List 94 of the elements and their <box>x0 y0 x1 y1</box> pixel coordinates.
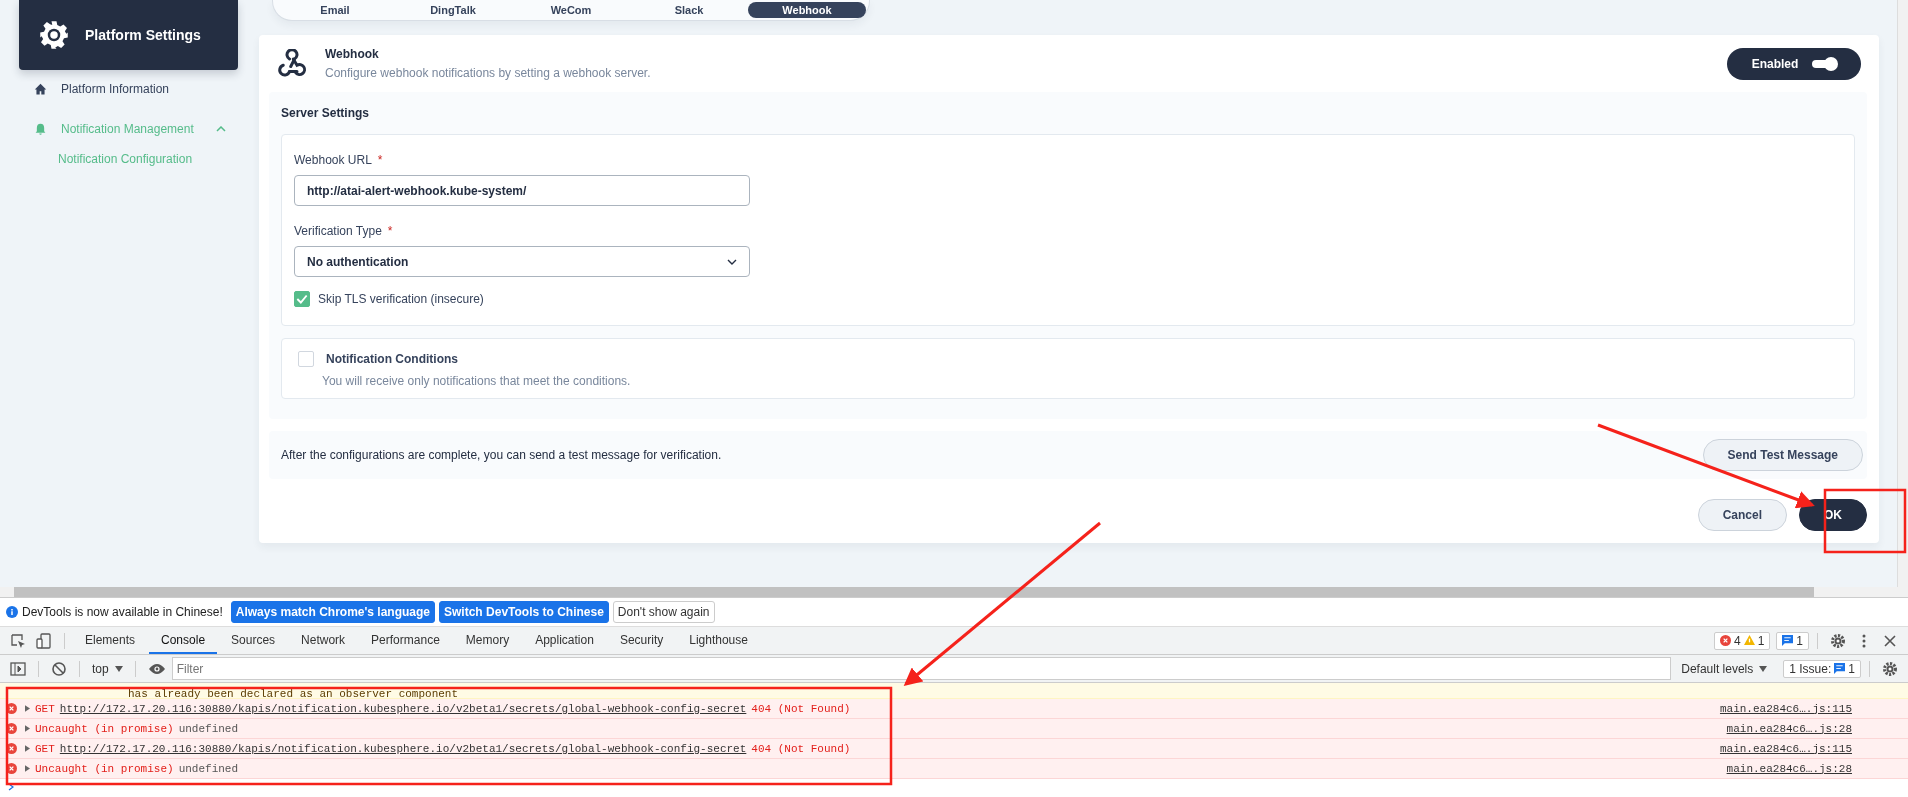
channel-description: Configure webhook notifications by setting a webhook server. <box>325 66 652 80</box>
devtools-tab[interactable]: Sources <box>219 627 288 654</box>
issues-button[interactable]: 1 Issue: 1 <box>1783 659 1861 678</box>
tab[interactable]: DingTalk <box>394 2 512 18</box>
checkbox[interactable] <box>294 291 310 307</box>
error-count-badge[interactable]: 4 1 <box>1713 631 1771 650</box>
expand-icon[interactable] <box>25 765 30 772</box>
sidebar-title: Platform Settings <box>85 27 201 43</box>
cancel-button[interactable]: Cancel <box>1697 499 1787 531</box>
request-url-link[interactable]: http://172.17.20.116:30880/kapis/notification.kubesphere.io/v2beta1/secrets/global-webhook-config-secret <box>59 742 747 755</box>
console-message: has already been declared as an observer component <box>128 687 459 702</box>
warning-icon <box>1743 635 1755 646</box>
dropdown-triangle-icon <box>1759 665 1768 672</box>
clear-console-icon[interactable] <box>51 660 67 677</box>
dropdown-triangle-icon <box>114 665 123 672</box>
error-detail: undefined <box>178 762 239 775</box>
devtools-tab[interactable]: Network <box>289 627 358 654</box>
channel-title: Webhook <box>325 47 380 61</box>
message-count-badge[interactable]: 1 <box>1776 631 1809 650</box>
context-select[interactable]: top <box>88 661 127 676</box>
levels-select[interactable]: Default levels <box>1677 661 1772 676</box>
request-url-link[interactable]: http://172.17.20.116:30880/kapis/notification.kubesphere.io/v2beta1/secrets/global-webhook-config-secret <box>59 702 747 715</box>
banner-button[interactable]: Switch DevTools to Chinese <box>439 601 609 623</box>
home-icon <box>34 82 47 96</box>
device-icon[interactable] <box>36 632 52 649</box>
sidebar-icon[interactable] <box>10 660 26 677</box>
source-link[interactable]: main.ea284c6….js:28 <box>1726 762 1852 775</box>
source-link[interactable]: main.ea284c6….js:28 <box>1726 722 1852 735</box>
error-message: Uncaught (in promise) <box>35 762 174 775</box>
bell-icon <box>34 122 47 136</box>
inspect-icon[interactable] <box>10 632 26 649</box>
expand-icon[interactable] <box>25 705 30 712</box>
error-icon <box>6 723 17 734</box>
required-mark: * <box>387 224 393 238</box>
scrollbar-thumb[interactable] <box>14 587 1814 597</box>
gear-icon <box>39 20 69 50</box>
banner-button[interactable]: Always match Chrome's language <box>230 601 436 623</box>
verification-select[interactable]: No authentication <box>294 246 750 277</box>
message-count: 1 <box>1796 633 1803 648</box>
banner-message: DevTools is now available in Chinese! <box>22 605 223 619</box>
chevron-down-icon <box>727 258 737 265</box>
required-mark: * <box>377 153 383 167</box>
field-label: Webhook URL <box>294 153 372 167</box>
settings-icon[interactable] <box>1882 660 1898 677</box>
request-method: GET <box>35 702 55 715</box>
expand-icon[interactable] <box>25 725 30 732</box>
error-detail: undefined <box>178 722 239 735</box>
error-icon <box>6 763 17 774</box>
error-count: 4 <box>1733 633 1741 648</box>
devtools-tab[interactable]: Performance <box>359 627 452 654</box>
info-icon <box>6 606 18 618</box>
request-method: GET <box>35 742 55 755</box>
section-title: Server Settings <box>281 106 371 120</box>
url-input-field[interactable]: http://atai-alert-webhook.kube-system/ <box>294 175 750 206</box>
field-label: Verification Type <box>294 224 382 238</box>
chevron-icon <box>215 126 226 132</box>
devtools-tab[interactable]: Elements <box>73 627 148 654</box>
status-text: 404 (Not Found) <box>751 742 851 755</box>
status-text: 404 (Not Found) <box>751 702 851 715</box>
expand-icon[interactable] <box>25 745 30 752</box>
settings-icon[interactable] <box>1830 632 1846 649</box>
devtools-tab[interactable]: Application <box>523 627 606 654</box>
source-link[interactable]: main.ea284c6….js:115 <box>1719 742 1852 755</box>
error-icon <box>6 743 17 754</box>
tab[interactable]: WeCom <box>512 2 630 18</box>
nav-item[interactable]: Platform Information <box>0 76 259 102</box>
eye-icon[interactable] <box>147 662 166 675</box>
enabled-toggle[interactable]: Enabled <box>1727 47 1861 80</box>
message-icon <box>1782 635 1794 646</box>
close-icon[interactable] <box>1882 632 1898 649</box>
devtools-tab[interactable]: Security <box>607 627 676 654</box>
warning-count: 1 <box>1757 633 1765 648</box>
tab[interactable]: Email <box>276 2 394 18</box>
tab[interactable]: Webhook <box>748 2 866 18</box>
checkbox-label: Skip TLS verification (insecure) <box>318 292 484 306</box>
test-message-hint: After the configurations are complete, you can send a test message for verification. <box>281 448 722 462</box>
source-link[interactable]: main.ea284c6….js:115 <box>1719 702 1852 715</box>
prompt-icon <box>8 783 14 791</box>
conditions-title: Notification Conditions <box>326 352 458 366</box>
message-icon <box>1834 663 1846 674</box>
devtools-tab[interactable]: Memory <box>453 627 522 654</box>
issues-count: 1 <box>1848 661 1855 676</box>
error-icon <box>1719 635 1731 646</box>
error-message: Uncaught (in promise) <box>35 722 174 735</box>
conditions-description: You will receive only notifications that meet the conditions. <box>322 374 632 388</box>
tab[interactable]: Slack <box>630 2 748 18</box>
error-icon <box>6 703 17 714</box>
issues-label: 1 Issue: <box>1789 661 1832 676</box>
checkbox[interactable] <box>298 351 314 367</box>
filter-input[interactable]: Filter <box>171 657 1672 680</box>
send-test-button[interactable]: Send Test Message <box>1702 439 1863 471</box>
banner-button[interactable]: Don't show again <box>612 601 715 623</box>
webhook-icon <box>277 48 307 79</box>
devtools-tab[interactable]: Lighthouse <box>677 627 760 654</box>
